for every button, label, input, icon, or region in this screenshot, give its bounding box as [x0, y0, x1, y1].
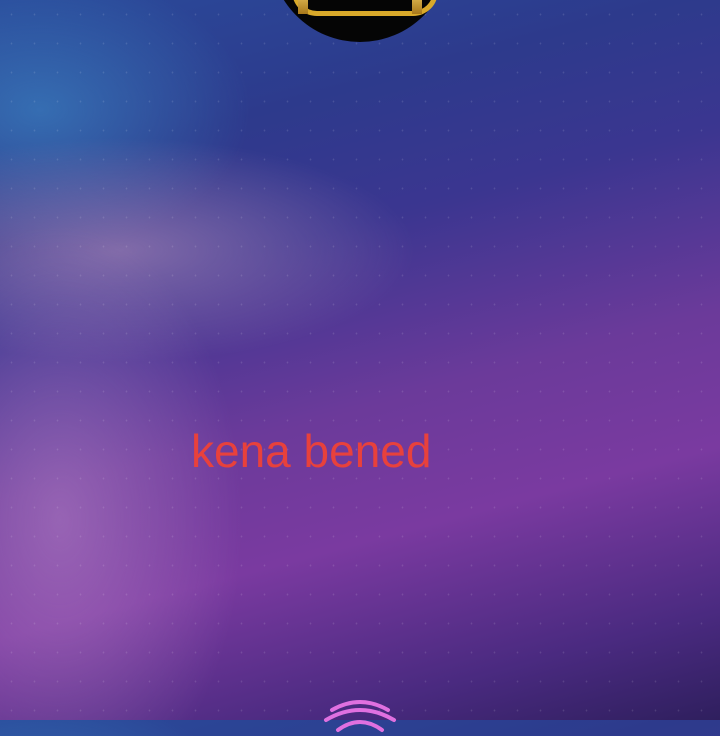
pillar-right [412, 0, 422, 14]
pillar-left [298, 0, 308, 14]
main-text: kena bened [191, 425, 432, 477]
starfield-background [0, 0, 720, 720]
fingerprint-icon[interactable] [320, 696, 400, 736]
